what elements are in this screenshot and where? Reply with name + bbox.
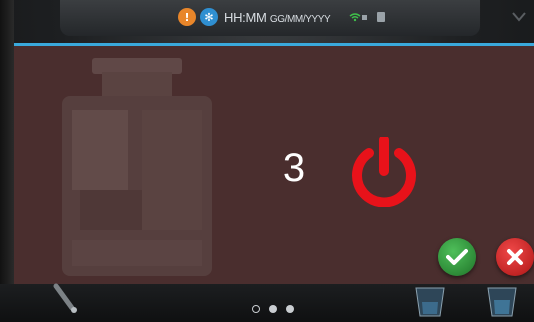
countdown-text: 3 (282, 146, 306, 190)
confirm-button[interactable] (438, 238, 476, 276)
close-icon (507, 249, 523, 265)
time-text: HH:MM (224, 10, 267, 25)
checkmark-icon (446, 249, 468, 265)
bottom-bar (0, 284, 534, 322)
cup-icon[interactable] (408, 284, 452, 318)
touch-screen: ! ✻ HH:MM GG/MM/YYYY 3 (0, 0, 534, 322)
page-dot[interactable] (269, 305, 277, 313)
page-indicator (252, 305, 294, 313)
status-bar: ! ✻ HH:MM GG/MM/YYYY (60, 0, 480, 36)
power-off-dialog: 3 (14, 43, 534, 284)
clock-display: HH:MM GG/MM/YYYY (224, 10, 331, 25)
date-text: GG/MM/YYYY (269, 14, 331, 25)
warning-icon[interactable]: ! (178, 8, 196, 26)
power-icon (352, 137, 416, 207)
cancel-button[interactable] (496, 238, 534, 276)
screen-bezel (0, 0, 14, 322)
cup-icon[interactable] (480, 284, 524, 318)
snowflake-icon[interactable]: ✻ (200, 8, 218, 26)
chevron-down-icon[interactable] (512, 12, 526, 22)
page-dot[interactable] (286, 305, 294, 313)
steam-wand-icon[interactable] (50, 282, 80, 316)
coffee-machine-image (62, 58, 212, 276)
wifi-icon (349, 13, 367, 22)
page-dot[interactable] (252, 305, 260, 313)
device-icon (377, 12, 385, 22)
